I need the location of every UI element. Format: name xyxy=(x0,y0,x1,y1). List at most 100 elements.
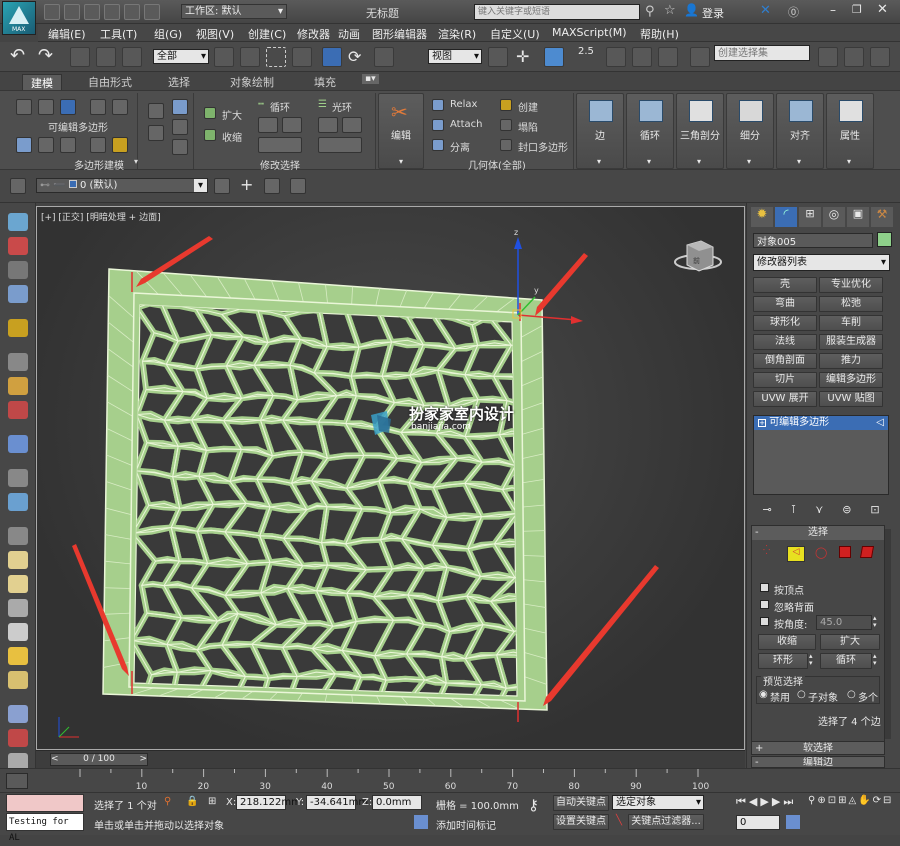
detach-button[interactable]: 分离 xyxy=(450,139,470,154)
go-to-end-icon[interactable]: ⏭ xyxy=(783,795,793,809)
window-crossing-icon[interactable] xyxy=(292,47,312,67)
tab-selection[interactable]: 选择 xyxy=(160,74,198,90)
user-icon[interactable]: 👤 xyxy=(684,3,699,17)
teapot-icon[interactable] xyxy=(8,213,28,231)
time-slider[interactable]: <0 / 100 > xyxy=(36,750,745,768)
unlink-icon[interactable] xyxy=(96,47,116,67)
shrink-button[interactable]: 收缩 xyxy=(758,634,816,650)
remove-modifier-icon[interactable] xyxy=(172,139,188,155)
utilities-tab-icon[interactable]: ⚒ xyxy=(871,207,893,227)
maximize-viewport-icon[interactable]: ⊟ xyxy=(883,795,891,806)
modifier-button[interactable]: UVW 贴图 xyxy=(819,391,883,407)
border-mode-icon[interactable] xyxy=(60,99,76,115)
track-bar[interactable]: 10 20 30 40 50 60 70 80 90 100 xyxy=(0,768,900,792)
preview-multi-radio[interactable]: ○ xyxy=(847,689,856,700)
vertex-subobj-icon[interactable]: ⁛ xyxy=(763,546,777,560)
absolute-mode-icon[interactable]: ⊞ xyxy=(208,796,216,807)
modifier-toggle-icon[interactable] xyxy=(172,119,188,135)
menu-item-maxscript[interactable]: MAXScript(M) xyxy=(552,26,627,39)
camera-icon[interactable] xyxy=(8,353,28,371)
z-coordinate-field[interactable]: 0.0mm xyxy=(372,795,422,810)
close-icon[interactable]: ✕ xyxy=(877,2,888,17)
align-icon[interactable] xyxy=(844,47,864,67)
modifier-button[interactable]: 车削 xyxy=(819,315,883,331)
loop-mode-icon[interactable] xyxy=(258,137,302,153)
bind-space-warp-icon[interactable] xyxy=(122,47,142,67)
triangulation-button[interactable]: 三角剖分 ▾ xyxy=(676,93,724,169)
preview-subobj-icon[interactable] xyxy=(60,137,76,153)
subdivision-button[interactable]: 细分 ▾ xyxy=(726,93,774,169)
minimize-icon[interactable]: – xyxy=(830,3,836,17)
preview-subobj-radio[interactable]: ○ xyxy=(797,689,806,700)
workspace-dropdown[interactable]: 工作区: 默认 ▾ xyxy=(181,4,287,19)
modifier-button[interactable]: 推力 xyxy=(819,353,883,369)
modifier-button[interactable]: 服装生成器 xyxy=(819,334,883,350)
add-time-tag-button[interactable]: 添加时间标记 xyxy=(436,817,496,832)
stack-item-edit-poly[interactable]: + 可编辑多边形 ◁ xyxy=(754,416,888,430)
select-in-layer-icon[interactable] xyxy=(264,178,280,194)
grow-button[interactable]: 扩大 xyxy=(820,634,880,650)
configure-sets-icon[interactable]: ⊡ xyxy=(870,503,879,517)
select-rotate-icon[interactable]: ⟳ xyxy=(348,47,368,67)
collapse-button[interactable]: 塌陷 xyxy=(518,119,538,134)
show-result-icon[interactable]: ⊺ xyxy=(791,503,797,517)
lock-selection-icon[interactable]: 🔒 xyxy=(186,796,198,807)
expand-icon[interactable]: + xyxy=(758,419,766,427)
light-list-icon[interactable] xyxy=(8,319,28,337)
preview-multi-icon[interactable] xyxy=(90,137,106,153)
vertex-mode-icon[interactable] xyxy=(16,99,32,115)
edit-button[interactable]: ✂ 编辑 ▾ xyxy=(378,93,424,169)
spinner-snap-icon[interactable] xyxy=(658,47,678,67)
edge-button[interactable]: 边 ▾ xyxy=(576,93,624,169)
collapse-stack-icon[interactable] xyxy=(148,125,164,141)
object-name-field[interactable] xyxy=(753,233,873,248)
modifier-button[interactable]: 法线 xyxy=(753,334,817,350)
ring-button[interactable]: 环形 xyxy=(758,653,808,669)
grow-button[interactable]: 扩大 xyxy=(222,107,242,122)
undo-icon[interactable]: ↶ xyxy=(10,47,30,67)
menu-item-tools[interactable]: 工具(T) xyxy=(100,26,137,42)
sphere-icon[interactable] xyxy=(8,575,28,593)
zoom-all-icon[interactable]: ⊕ xyxy=(817,795,825,806)
go-to-start-icon[interactable]: ⏮ xyxy=(736,795,746,809)
menu-item-create[interactable]: 创建(C) xyxy=(248,26,286,42)
modifier-button[interactable]: UVW 展开 xyxy=(753,391,817,407)
modifier-button[interactable]: 专业优化 xyxy=(819,277,883,293)
modifier-button[interactable]: 编辑多边形 xyxy=(819,372,883,388)
modifier-button[interactable]: 壳 xyxy=(753,277,817,293)
preview-disabled-radio[interactable]: ◉ xyxy=(759,689,768,700)
maxscript-listener-input[interactable]: Testing for AL xyxy=(6,813,84,843)
project-folder-icon[interactable] xyxy=(144,4,160,20)
make-unique-icon[interactable]: ⋎ xyxy=(815,503,823,517)
loops-button[interactable]: 循环 ▾ xyxy=(626,93,674,169)
scene-explorer-icon[interactable] xyxy=(8,261,28,279)
restore-icon[interactable]: ❐ xyxy=(852,3,862,16)
new-file-icon[interactable] xyxy=(44,4,60,20)
edge-mode-icon[interactable] xyxy=(38,99,54,115)
edge-subobj-icon[interactable]: ◁ xyxy=(787,546,805,562)
binoculars-icon[interactable]: ⚲ xyxy=(645,4,655,19)
select-scale-icon[interactable] xyxy=(374,47,394,67)
next-frame-icon[interactable]: ▶ xyxy=(772,795,780,809)
login-link[interactable]: 登录 xyxy=(702,5,724,21)
pan-icon[interactable]: ✋ xyxy=(858,795,870,806)
angle-snap-icon[interactable] xyxy=(606,47,626,67)
set-current-layer-icon[interactable] xyxy=(290,178,306,194)
edit-named-selection-icon[interactable] xyxy=(690,47,710,67)
shrink-loop-icon[interactable] xyxy=(282,117,302,133)
select-by-name-icon[interactable] xyxy=(240,47,260,67)
menu-item-customize[interactable]: 自定义(U) xyxy=(490,26,540,42)
maxscript-listener-pink[interactable] xyxy=(6,794,84,812)
motion-tab-icon[interactable]: ◎ xyxy=(823,207,845,227)
exchange-icon[interactable]: ✕ xyxy=(760,3,771,18)
modifier-button[interactable]: 弯曲 xyxy=(753,296,817,312)
sky-icon[interactable] xyxy=(8,671,28,689)
tab-modeling[interactable]: 建模 xyxy=(22,74,62,90)
zoom-icon[interactable]: ⚲ xyxy=(808,795,815,806)
redo-icon[interactable] xyxy=(124,4,140,20)
grow-ring-icon[interactable] xyxy=(318,117,338,133)
modifier-button[interactable]: 倒角剖面 xyxy=(753,353,817,369)
star-icon[interactable]: ☆ xyxy=(664,3,676,18)
create-layer-icon[interactable] xyxy=(214,178,230,194)
menu-item-views[interactable]: 视图(V) xyxy=(196,26,234,42)
